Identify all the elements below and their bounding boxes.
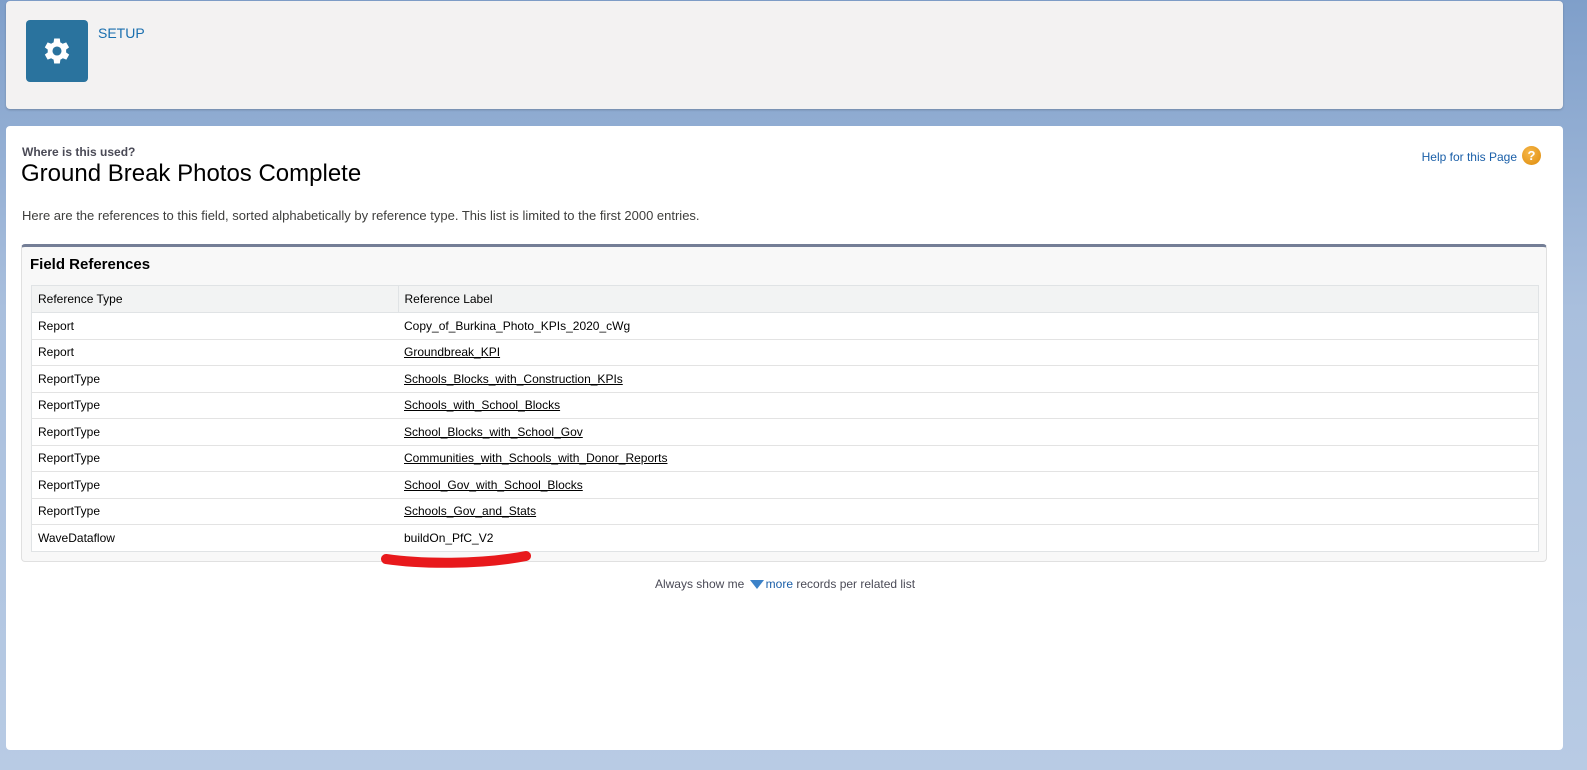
table-row: Report Groundbreak_KPI [31, 338, 1539, 366]
reference-type-cell: ReportType [31, 497, 398, 525]
footer-prefix: Always show me [654, 577, 745, 591]
reference-label-link[interactable]: School_Gov_with_School_Blocks [404, 478, 583, 492]
dropdown-triangle-icon[interactable] [749, 580, 764, 590]
records-per-list-footer: Always show me more records per related … [0, 577, 1570, 591]
reference-label-cell: Schools_Gov_and_Stats [398, 497, 1539, 525]
reference-label-link[interactable]: School_Blocks_with_School_Gov [404, 425, 583, 439]
table-row: WaveDataflow buildOn_PfC_V2 [31, 524, 1539, 551]
page-title: Ground Break Photos Complete [21, 160, 362, 187]
table-row: ReportType Schools_with_School_Blocks [31, 391, 1539, 419]
reference-label-cell: School_Gov_with_School_Blocks [398, 471, 1539, 498]
page-description: Here are the references to this field, s… [22, 208, 700, 223]
reference-label-text: buildOn_PfC_V2 [404, 530, 494, 545]
gear-icon [26, 20, 88, 82]
column-header-reference-label[interactable]: Reference Label [397, 285, 1539, 313]
table-row: ReportType Communities_with_Schools_with_… [31, 444, 1539, 472]
reference-label-cell: Schools_with_School_Blocks [398, 391, 1539, 419]
footer-suffix: records per related list [796, 577, 916, 591]
reference-type-cell: ReportType [31, 365, 398, 392]
setup-link[interactable]: SETUP [98, 25, 145, 41]
table-row: ReportType School_Gov_with_School_Blocks [31, 471, 1539, 498]
reference-type-cell: ReportType [31, 418, 398, 445]
reference-label-cell: Copy_of_Burkina_Photo_KPIs_2020_cWg [398, 312, 1539, 339]
reference-label-cell: Groundbreak_KPI [398, 338, 1539, 366]
reference-label-link[interactable]: Schools_Blocks_with_Construction_KPIs [404, 372, 623, 386]
help-link[interactable]: Help for this Page [1422, 150, 1517, 164]
reference-type-cell: Report [31, 338, 398, 366]
reference-type-cell: ReportType [31, 444, 398, 472]
reference-type-cell: ReportType [31, 391, 398, 419]
column-header-reference-type[interactable]: Reference Type [31, 285, 399, 313]
red-annotation-mark [381, 551, 531, 568]
reference-label-link[interactable]: Schools_Gov_and_Stats [404, 504, 536, 518]
reference-type-cell: WaveDataflow [31, 524, 398, 551]
reference-type-cell: Report [31, 312, 398, 339]
more-link[interactable]: more [766, 577, 793, 591]
table-row: ReportType Schools_Gov_and_Stats [31, 497, 1539, 525]
reference-type-cell: ReportType [31, 471, 398, 498]
field-references-panel: Field References Reference Type Referenc… [21, 244, 1547, 562]
table-row: ReportType School_Blocks_with_School_Gov [31, 418, 1539, 445]
reference-label-cell: Communities_with_Schools_with_Donor_Repo… [398, 444, 1539, 472]
help-icon[interactable]: ? [1522, 146, 1541, 165]
reference-label-link[interactable]: Communities_with_Schools_with_Donor_Repo… [404, 451, 667, 465]
reference-label-link[interactable]: Schools_with_School_Blocks [404, 398, 560, 412]
main-content: Where is this used? Ground Break Photos … [6, 126, 1563, 750]
reference-label-link[interactable]: Groundbreak_KPI [404, 345, 500, 359]
table-row: Report Copy_of_Burkina_Photo_KPIs_2020_cW… [31, 312, 1539, 339]
reference-label-text: Copy_of_Burkina_Photo_KPIs_2020_cWg [404, 318, 631, 333]
table-row: ReportType Schools_Blocks_with_Constructi… [31, 365, 1539, 392]
setup-header: SETUP [6, 1, 1563, 109]
reference-label-cell: Schools_Blocks_with_Construction_KPIs [398, 365, 1539, 392]
reference-label-cell: School_Blocks_with_School_Gov [398, 418, 1539, 445]
page-subtitle: Where is this used? [22, 145, 136, 159]
reference-label-cell: buildOn_PfC_V2 [398, 524, 1539, 551]
panel-title: Field References [30, 256, 151, 273]
references-table: Reference Type Reference Label Report Cop… [31, 285, 1539, 552]
